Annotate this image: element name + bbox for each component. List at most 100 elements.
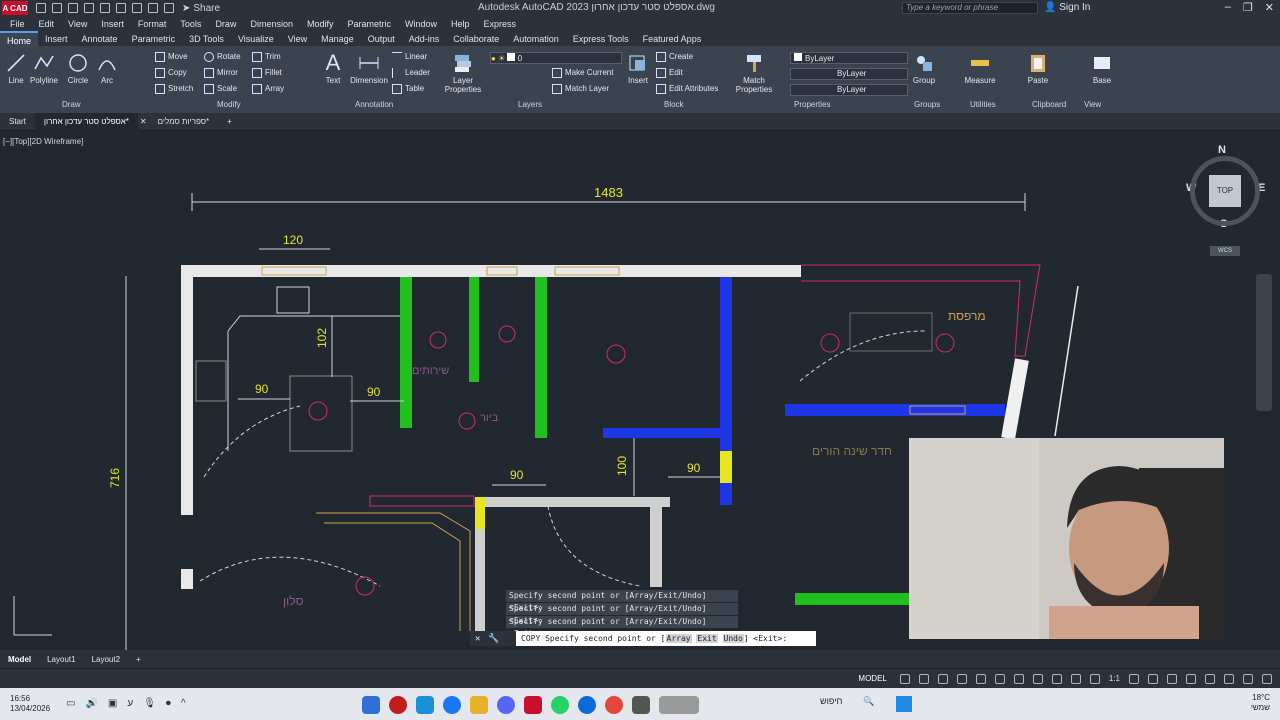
array-button[interactable]: Array (252, 84, 284, 94)
navigation-bar[interactable] (1256, 274, 1272, 411)
command-option-exit[interactable]: Exit (696, 634, 718, 643)
compass-north[interactable]: N (1218, 144, 1226, 156)
tab-collaborate[interactable]: Collaborate (446, 34, 506, 44)
annotation-visibility-icon[interactable] (1089, 673, 1100, 684)
clipboard-panel-title[interactable]: Clipboard (1032, 100, 1066, 109)
customize-icon[interactable]: 🔧 (488, 634, 499, 644)
tab-add-ins[interactable]: Add-ins (402, 34, 447, 44)
command-option-array[interactable]: Array (665, 634, 692, 643)
viewcube-top-face[interactable]: TOP (1209, 175, 1241, 207)
whatsapp-icon[interactable] (551, 696, 569, 714)
open-file-icon[interactable] (52, 3, 62, 13)
customization-menu-icon[interactable] (1262, 673, 1272, 684)
annotation-panel-title[interactable]: Annotation (355, 100, 393, 109)
tab-layout2[interactable]: Layout2 (84, 655, 128, 664)
drawing-viewport[interactable]: 1483 120 102 90 90 90 90 100 716 מרפסת ח… (0, 131, 1280, 650)
trim-button[interactable]: Trim (252, 52, 281, 62)
menu-draw[interactable]: Draw (215, 19, 236, 29)
app-icon-1[interactable] (362, 696, 380, 714)
record-icon[interactable]: ⏺ (166, 698, 171, 709)
sign-in-button[interactable]: 👤 Sign In (1044, 2, 1090, 13)
undo-icon[interactable] (148, 3, 158, 13)
dimension-button[interactable]: Dimension (348, 52, 390, 85)
autocad-logo-icon[interactable]: A CAD (2, 1, 28, 15)
menu-dimension[interactable]: Dimension (250, 19, 293, 29)
view-panel-title[interactable]: View (1084, 100, 1101, 109)
save-as-icon[interactable] (84, 3, 94, 13)
move-button[interactable]: Move (155, 52, 188, 62)
text-button[interactable]: A Text (322, 52, 344, 86)
web-open-icon[interactable] (100, 3, 110, 13)
file-explorer-icon[interactable] (470, 696, 488, 714)
menu-help[interactable]: Help (451, 19, 470, 29)
volume-icon[interactable]: 🔊 (85, 698, 97, 709)
menu-view[interactable]: View (68, 19, 87, 29)
discord-icon[interactable] (497, 696, 515, 714)
isodraft-icon[interactable] (975, 673, 986, 684)
layer-dropdown[interactable]: ● ☀ 0 (490, 52, 622, 64)
tab-parametric[interactable]: Parametric (125, 34, 183, 44)
doc-tab-symbols[interactable]: ספריות סמלים* (149, 117, 219, 126)
chevron-up-icon[interactable]: ^ (181, 698, 186, 709)
scale-button[interactable]: Scale (204, 84, 237, 94)
polyline-button[interactable]: Polyline (28, 52, 60, 85)
autocad-taskbar-icon[interactable] (524, 696, 542, 714)
facebook-icon[interactable] (443, 696, 461, 714)
tab-manage[interactable]: Manage (314, 34, 361, 44)
help-search-input[interactable]: Type a keyword or phrase (902, 2, 1038, 14)
osnap-icon[interactable] (1013, 673, 1024, 684)
base-view-button[interactable]: Base (1090, 52, 1114, 85)
command-line[interactable]: ✕ 🔧 COPY Specify second point or [Array … (470, 631, 816, 646)
tab-express-tools[interactable]: Express Tools (566, 34, 636, 44)
taskbar-clock[interactable]: 16:56 13/04/2026 (10, 694, 50, 714)
polar-icon[interactable] (956, 673, 967, 684)
ortho-icon[interactable] (937, 673, 948, 684)
menu-express[interactable]: Express (484, 19, 517, 29)
language-icon[interactable]: ע (127, 698, 133, 709)
quick-properties-icon[interactable] (1186, 673, 1196, 684)
isolate-icon[interactable] (1205, 673, 1215, 684)
plot-icon[interactable] (132, 3, 142, 13)
edit-block-button[interactable]: Edit (656, 68, 683, 78)
stretch-button[interactable]: Stretch (155, 84, 193, 94)
paste-button[interactable]: Paste (1026, 52, 1050, 85)
command-option-undo[interactable]: Undo (722, 634, 744, 643)
tab-annotate[interactable]: Annotate (75, 34, 125, 44)
grid-icon[interactable] (899, 673, 910, 684)
circle-button[interactable]: Circle (64, 52, 92, 85)
weather-widget[interactable]: 18°C שמשי (1251, 693, 1270, 713)
menu-tools[interactable]: Tools (180, 19, 201, 29)
restore-icon[interactable]: ❐ (1243, 1, 1253, 14)
doc-tab-close-icon[interactable]: ✕ (138, 117, 149, 126)
menu-file[interactable]: File (10, 19, 25, 29)
make-current-button[interactable]: Make Current (552, 68, 613, 78)
tab-view[interactable]: View (281, 34, 314, 44)
mirror-button[interactable]: Mirror (204, 68, 238, 78)
minimize-icon[interactable]: – (1225, 1, 1231, 14)
tab-home[interactable]: Home (0, 30, 39, 47)
taskbar-search[interactable]: חיפוש 🔍 (820, 696, 874, 707)
linetype-dropdown[interactable]: ByLayer (790, 68, 908, 80)
save-icon[interactable] (68, 3, 78, 13)
layers-panel-title[interactable]: Layers (518, 100, 542, 109)
share-button[interactable]: ➤ Share (182, 3, 220, 14)
start-windows-icon[interactable] (896, 696, 912, 712)
selection-cycling-icon[interactable] (1070, 673, 1081, 684)
doc-tab-start[interactable]: Start (0, 117, 35, 126)
modify-panel-title[interactable]: Modify (217, 100, 241, 109)
model-space-toggle[interactable]: MODEL (858, 674, 886, 683)
tab-insert[interactable]: Insert (38, 34, 75, 44)
menu-format[interactable]: Format (138, 19, 167, 29)
photos-icon[interactable] (416, 696, 434, 714)
transparency-icon[interactable] (1051, 673, 1062, 684)
line-button[interactable]: Line (5, 52, 27, 85)
app-icon-3[interactable] (659, 696, 699, 714)
menu-insert[interactable]: Insert (101, 19, 124, 29)
menu-window[interactable]: Window (405, 19, 437, 29)
viewcube[interactable]: N W E S TOP WCS (1180, 142, 1270, 256)
group-button[interactable]: Group (912, 52, 936, 85)
groups-panel-title[interactable]: Groups (914, 100, 940, 109)
draw-panel-title[interactable]: Draw (62, 100, 81, 109)
properties-panel-title[interactable]: Properties (794, 100, 830, 109)
menu-parametric[interactable]: Parametric (348, 19, 392, 29)
